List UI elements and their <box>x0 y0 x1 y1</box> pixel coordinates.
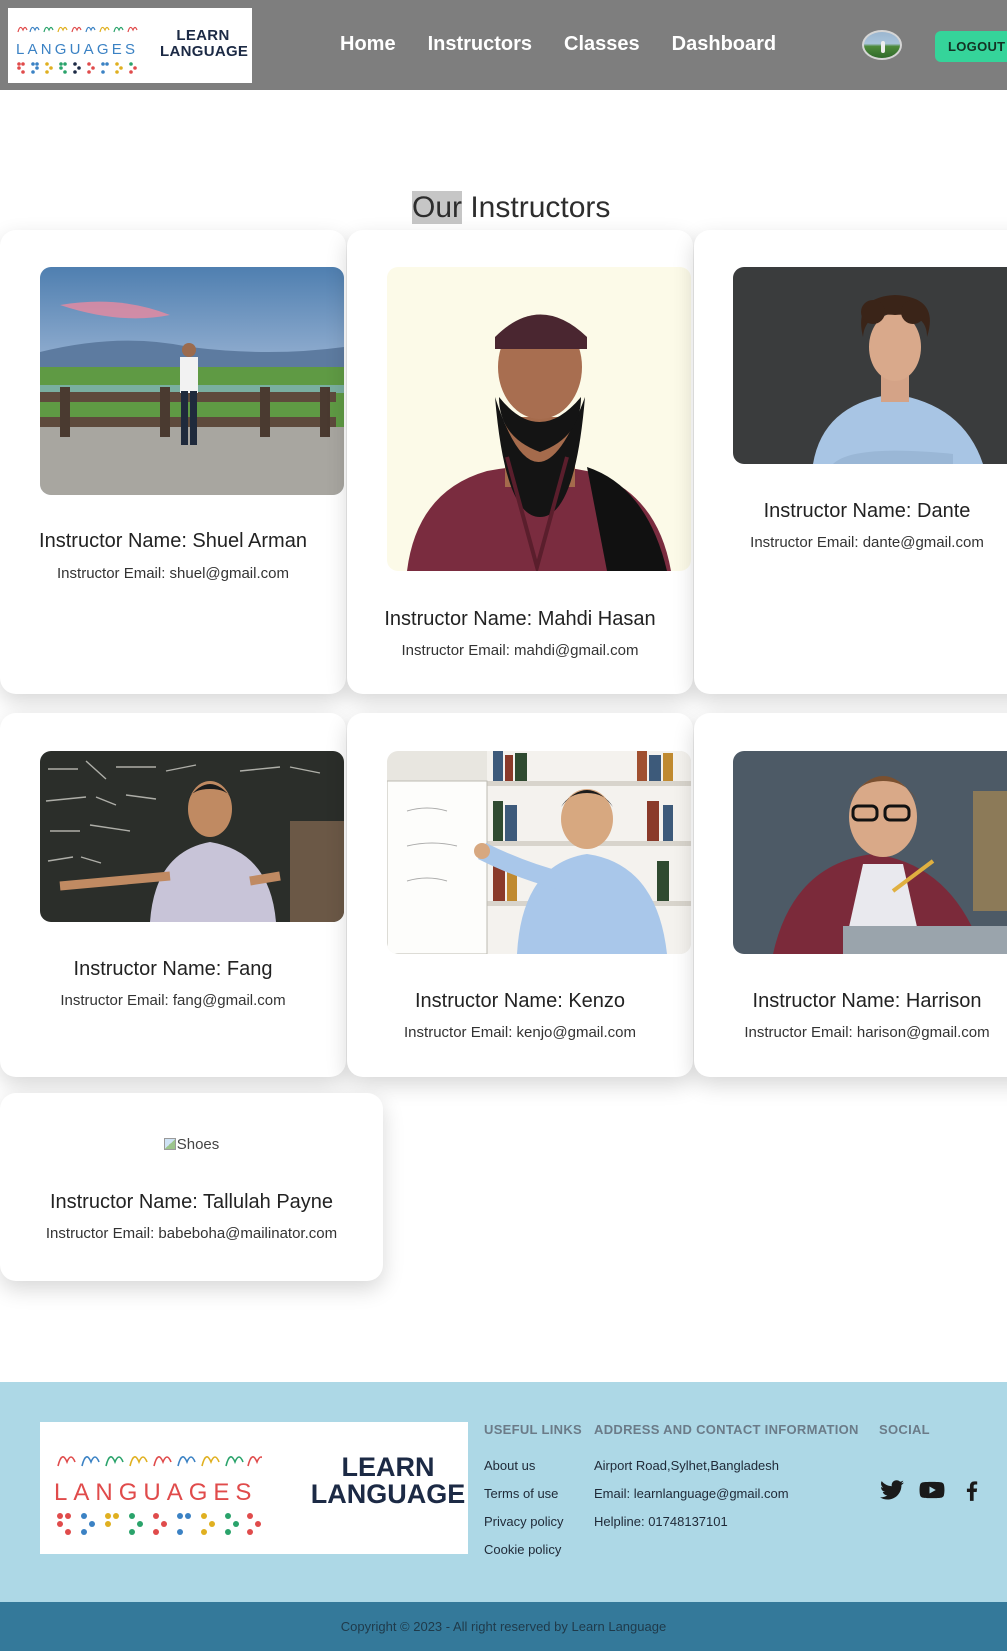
nav-links: Home Instructors Classes Dashboard <box>340 33 808 56</box>
instructor-name: Instructor Name: Fang <box>73 958 273 980</box>
footer-link-terms[interactable]: Terms of use <box>484 1480 582 1508</box>
instructor-card: Instructor Name: Mahdi Hasan Instructor … <box>347 230 693 694</box>
svg-text:LANGUAGES: LANGUAGES <box>54 1479 257 1506</box>
nav-link-dashboard[interactable]: Dashboard <box>672 33 776 56</box>
address-column: ADDRESS AND CONTACT INFORMATION Airport … <box>594 1422 859 1536</box>
logo-text: LEARN LANGUAGE <box>160 27 249 60</box>
instructor-photo <box>733 267 1007 464</box>
social-icons <box>879 1477 985 1503</box>
footer: LANGUAGES LEARN LANGUAGE USEFUL LINKS Ab… <box>0 1382 1007 1602</box>
footer-logo[interactable]: LANGUAGES LEARN LANGUAGE <box>40 1422 468 1554</box>
navbar: LANGUAGES LEARN LANGUAGE Home Instructor… <box>0 0 1007 90</box>
instructor-photo <box>40 267 344 495</box>
page-title-highlight: Our <box>412 191 463 224</box>
instructor-email: Instructor Email: mahdi@gmail.com <box>401 642 639 659</box>
instructor-photo-image <box>40 751 344 922</box>
instructor-photo-image <box>387 267 691 571</box>
logo-text-line2: LANGUAGE <box>160 43 249 60</box>
nav-link-classes[interactable]: Classes <box>564 33 640 56</box>
address-line: Airport Road,Sylhet,Bangladesh <box>594 1458 780 1473</box>
instructor-email: Instructor Email: dante@gmail.com <box>750 534 984 551</box>
nav-link-home[interactable]: Home <box>340 33 396 56</box>
instructor-photo-image <box>733 267 1007 464</box>
useful-links-heading: USEFUL LINKS <box>484 1422 582 1437</box>
twitter-icon[interactable] <box>879 1477 905 1503</box>
instructor-email: Instructor Email: shuel@gmail.com <box>57 565 289 582</box>
instructor-photo-broken: Shoes <box>0 1136 383 1153</box>
useful-links-column: USEFUL LINKS About us Terms of use Priva… <box>484 1422 582 1564</box>
instructor-card: Shoes Instructor Name: Tallulah Payne In… <box>0 1093 383 1281</box>
nav-link-instructors[interactable]: Instructors <box>428 33 532 56</box>
facebook-icon[interactable] <box>959 1477 985 1503</box>
instructor-photo <box>387 751 691 954</box>
broken-image-icon <box>163 1138 176 1150</box>
instructor-photo <box>733 751 1007 954</box>
instructor-email: Instructor Email: harison@gmail.com <box>744 1024 990 1041</box>
social-column: SOCIAL <box>879 1422 930 1452</box>
user-avatar[interactable] <box>862 30 902 60</box>
image-alt-text: Shoes <box>176 1136 220 1153</box>
languages-logo-icon: LANGUAGES <box>54 1456 262 1535</box>
logout-button[interactable]: LOGOUT <box>935 31 1007 62</box>
instructor-photo <box>40 751 344 922</box>
instructor-photo-image <box>733 751 1007 954</box>
instructor-name: Instructor Name: Dante <box>763 500 971 522</box>
instructor-email: Instructor Email: fang@gmail.com <box>60 992 286 1009</box>
social-heading: SOCIAL <box>879 1422 930 1437</box>
instructor-photo-image <box>387 751 691 954</box>
instructor-card: Instructor Name: Harrison Instructor Ema… <box>694 713 1007 1077</box>
instructor-name: Instructor Name: Mahdi Hasan <box>384 608 656 630</box>
instructor-card: Instructor Name: Shuel Arman Instructor … <box>0 230 346 694</box>
instructor-name: Instructor Name: Tallulah Payne <box>49 1191 334 1213</box>
languages-logo-icon: LANGUAGES <box>16 26 138 74</box>
page-title: Our Instructors <box>412 189 610 227</box>
footer-logo-text: LEARN LANGUAGE <box>308 1454 468 1508</box>
footer-link-privacy[interactable]: Privacy policy <box>484 1508 582 1536</box>
copyright-text: Copyright © 2023 - All right reserved by… <box>340 1619 667 1634</box>
contact-email: Email: learnlanguage@gmail.com <box>594 1486 789 1501</box>
svg-text:LANGUAGES: LANGUAGES <box>16 41 138 58</box>
instructor-name: Instructor Name: Kenzo <box>414 990 626 1012</box>
instructor-card: Instructor Name: Dante Instructor Email:… <box>694 230 1007 694</box>
copyright-bar: Copyright © 2023 - All right reserved by… <box>0 1602 1007 1651</box>
instructor-card: Instructor Name: Fang Instructor Email: … <box>0 713 346 1077</box>
helpline: Helpline: 01748137101 <box>594 1514 728 1529</box>
address-heading: ADDRESS AND CONTACT INFORMATION <box>594 1422 859 1437</box>
instructor-card: Instructor Name: Kenzo Instructor Email:… <box>347 713 693 1077</box>
instructor-email: Instructor Email: kenjo@gmail.com <box>404 1024 636 1041</box>
footer-link-cookie[interactable]: Cookie policy <box>484 1536 582 1564</box>
footer-logo-text-line2: LANGUAGE <box>310 1479 466 1509</box>
instructor-name: Instructor Name: Shuel Arman <box>39 530 307 552</box>
instructor-photo-image <box>40 267 344 495</box>
site-logo[interactable]: LANGUAGES LEARN LANGUAGE <box>8 8 252 83</box>
logo-text-line1: LEARN <box>176 27 230 44</box>
instructor-email: Instructor Email: babeboha@mailinator.co… <box>45 1225 338 1242</box>
footer-logo-text-line1: LEARN <box>341 1452 435 1482</box>
page-title-rest: Instructors <box>462 191 611 224</box>
youtube-icon[interactable] <box>919 1477 945 1503</box>
footer-link-about[interactable]: About us <box>484 1452 582 1480</box>
instructor-name: Instructor Name: Harrison <box>752 990 982 1012</box>
instructor-photo <box>387 267 691 571</box>
